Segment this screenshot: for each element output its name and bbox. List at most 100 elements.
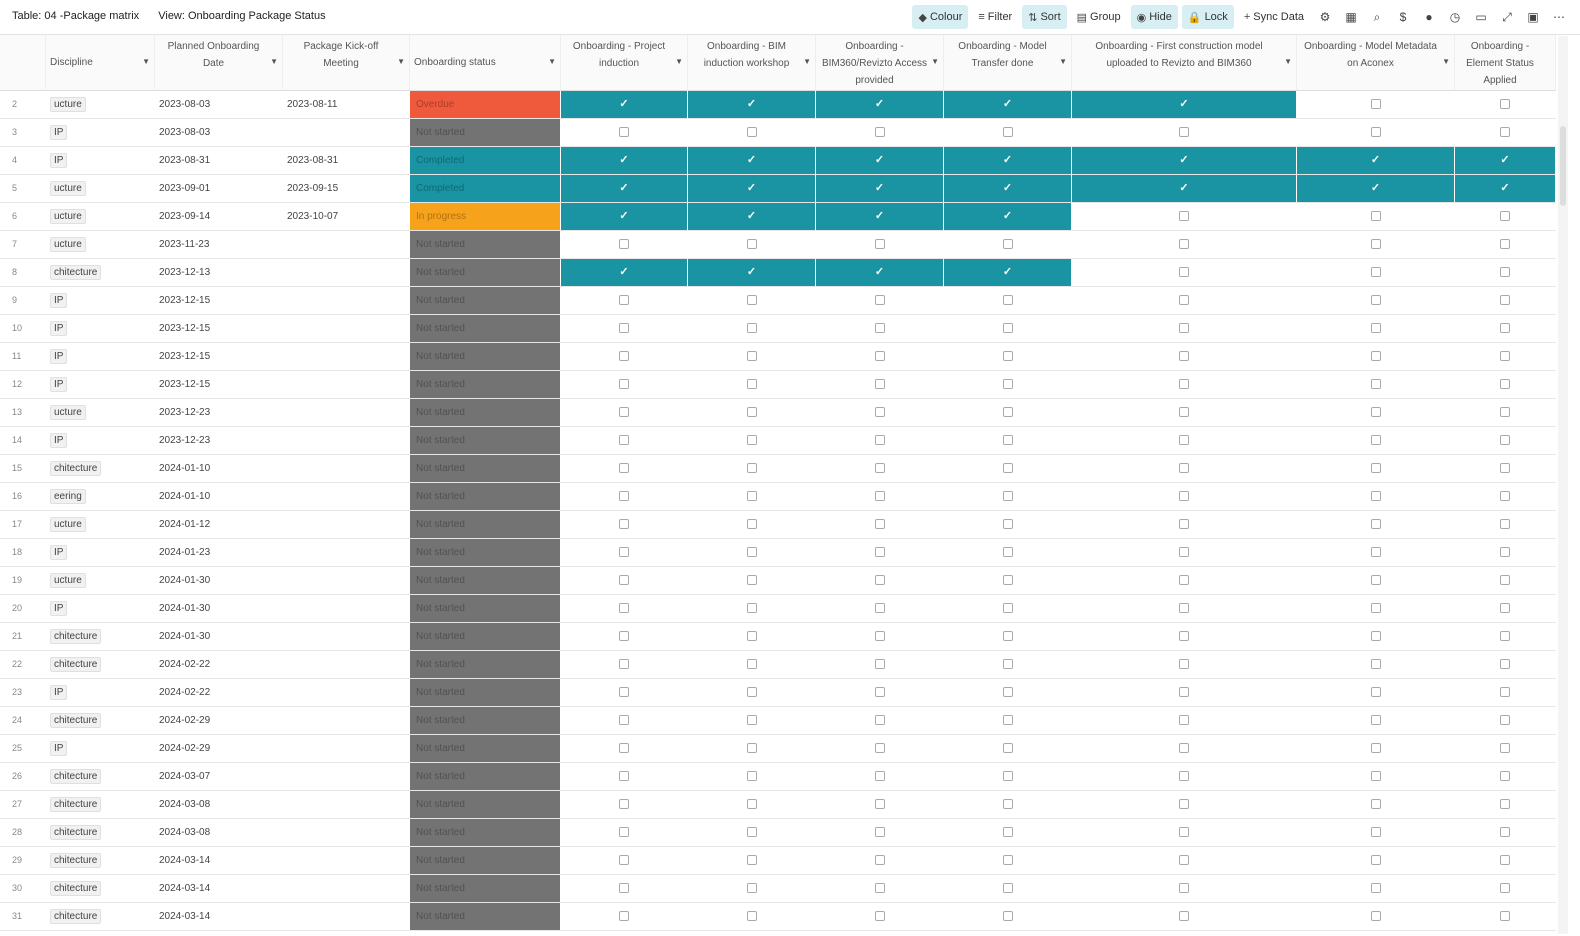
planned-date-cell[interactable]: 2023-11-23 (159, 231, 283, 258)
group-button[interactable]: ▤ Group (1071, 5, 1127, 29)
checkbox[interactable] (619, 239, 629, 250)
checkbox[interactable] (619, 799, 629, 810)
checkbox[interactable] (1370, 407, 1381, 418)
checkbox[interactable] (874, 239, 885, 250)
checkmark-icon[interactable]: ✓ (619, 266, 628, 278)
checkbox[interactable] (746, 603, 757, 614)
checkmark-icon[interactable]: ✓ (1003, 98, 1012, 110)
checkbox[interactable] (619, 435, 629, 446)
checkbox-cell[interactable] (1072, 763, 1297, 790)
status-cell[interactable]: Not started (410, 651, 561, 678)
checkbox[interactable] (1370, 351, 1381, 362)
checkbox[interactable] (1002, 911, 1013, 922)
checkbox-cell[interactable] (1297, 623, 1455, 650)
checkbox-cell[interactable] (944, 511, 1072, 538)
checkbox-cell[interactable] (1297, 427, 1455, 454)
checkbox[interactable] (874, 659, 885, 670)
checkmark-icon[interactable]: ✓ (1003, 210, 1012, 222)
kickoff-date-cell[interactable] (287, 371, 410, 398)
checkbox[interactable] (1179, 631, 1189, 642)
kickoff-date-cell[interactable] (287, 651, 410, 678)
checkbox[interactable] (1002, 295, 1013, 306)
checkbox-cell[interactable]: ✓ (944, 203, 1072, 230)
checkbox-cell[interactable]: ✓ (688, 259, 816, 286)
checkbox-cell[interactable] (561, 707, 688, 734)
discipline-cell[interactable]: chitecture (50, 819, 155, 846)
checkbox[interactable] (1370, 491, 1381, 502)
checkbox[interactable] (1002, 883, 1013, 894)
checkbox-cell[interactable] (1455, 595, 1556, 622)
checkbox-cell[interactable] (561, 651, 688, 678)
checkbox[interactable] (874, 715, 885, 726)
discipline-cell[interactable]: eering (50, 483, 155, 510)
checkbox-cell[interactable] (561, 511, 688, 538)
kickoff-date-cell[interactable]: 2023-09-15 (287, 175, 410, 202)
checkbox-cell[interactable] (1455, 735, 1556, 762)
checkbox-cell[interactable] (1072, 707, 1297, 734)
kickoff-date-cell[interactable] (287, 483, 410, 510)
col-bim360-access-header[interactable]: Onboarding - BIM360/Revizto Access provi… (816, 35, 944, 91)
checkbox[interactable] (1500, 883, 1510, 894)
checkbox[interactable] (1500, 267, 1510, 278)
checkbox[interactable] (1002, 603, 1013, 614)
checkbox-cell[interactable] (561, 791, 688, 818)
checkbox-cell[interactable] (688, 903, 816, 930)
checkbox-cell[interactable] (1455, 651, 1556, 678)
checkbox[interactable] (1179, 379, 1189, 390)
checkbox-cell[interactable] (1072, 455, 1297, 482)
checkbox-cell[interactable]: ✓ (944, 259, 1072, 286)
discipline-cell[interactable]: ucture (50, 399, 155, 426)
checkbox-cell[interactable] (944, 819, 1072, 846)
checkbox-cell[interactable] (944, 707, 1072, 734)
checkbox[interactable] (746, 771, 757, 782)
checkbox[interactable] (746, 463, 757, 474)
checkbox-cell[interactable] (1455, 875, 1556, 902)
checkbox[interactable] (1500, 799, 1510, 810)
table-row[interactable]: 3 IP 2023-08-03 Not started (0, 119, 1556, 147)
checkbox[interactable] (619, 379, 629, 390)
checkbox-cell[interactable] (1297, 819, 1455, 846)
checkbox-cell[interactable] (1072, 259, 1297, 286)
checkmark-icon[interactable]: ✓ (1500, 182, 1509, 194)
checkbox[interactable] (1002, 687, 1013, 698)
planned-date-cell[interactable]: 2023-12-15 (159, 315, 283, 342)
kickoff-date-cell[interactable] (287, 763, 410, 790)
checkbox-cell[interactable] (816, 763, 944, 790)
kickoff-date-cell[interactable] (287, 679, 410, 706)
more-icon[interactable]: ⋯ (1548, 6, 1570, 28)
checkbox-cell[interactable] (816, 623, 944, 650)
checkbox-cell[interactable] (1072, 287, 1297, 314)
checkbox-cell[interactable] (1072, 595, 1297, 622)
chevron-down-icon[interactable]: ▼ (803, 57, 811, 66)
checkbox-cell[interactable] (1455, 455, 1556, 482)
status-cell[interactable]: Not started (410, 567, 561, 594)
status-cell[interactable]: Not started (410, 707, 561, 734)
checkbox[interactable] (619, 463, 629, 474)
checkbox-cell[interactable]: ✓ (816, 259, 944, 286)
checkbox[interactable] (1179, 435, 1189, 446)
planned-date-cell[interactable]: 2023-08-03 (159, 119, 283, 146)
checkbox[interactable] (746, 799, 757, 810)
checkbox[interactable] (619, 743, 629, 754)
status-cell[interactable]: Not started (410, 623, 561, 650)
checkbox-cell[interactable] (816, 651, 944, 678)
kickoff-date-cell[interactable] (287, 455, 410, 482)
checkbox[interactable] (1500, 239, 1510, 250)
checkbox-cell[interactable] (1455, 483, 1556, 510)
checkbox-cell[interactable] (1072, 343, 1297, 370)
discipline-cell[interactable]: chitecture (50, 875, 155, 902)
checkbox-cell[interactable] (688, 735, 816, 762)
table-row[interactable]: 7 ucture 2023-11-23 Not started (0, 231, 1556, 259)
checkbox-cell[interactable] (944, 371, 1072, 398)
chevron-down-icon[interactable]: ▼ (1442, 57, 1450, 66)
checkbox-cell[interactable] (1072, 819, 1297, 846)
checkbox-cell[interactable]: ✓ (1455, 147, 1556, 174)
kickoff-date-cell[interactable] (287, 427, 410, 454)
col-model-transfer-header[interactable]: Onboarding - Model Transfer done ▼ (944, 35, 1072, 91)
checkbox-cell[interactable] (944, 763, 1072, 790)
checkbox-cell[interactable] (561, 595, 688, 622)
checkbox[interactable] (1370, 743, 1381, 754)
col-discipline-header[interactable]: Discipline ▼ (46, 35, 155, 91)
table-row[interactable]: 26 chitecture 2024-03-07 Not started (0, 763, 1556, 791)
checkbox[interactable] (1370, 211, 1381, 222)
